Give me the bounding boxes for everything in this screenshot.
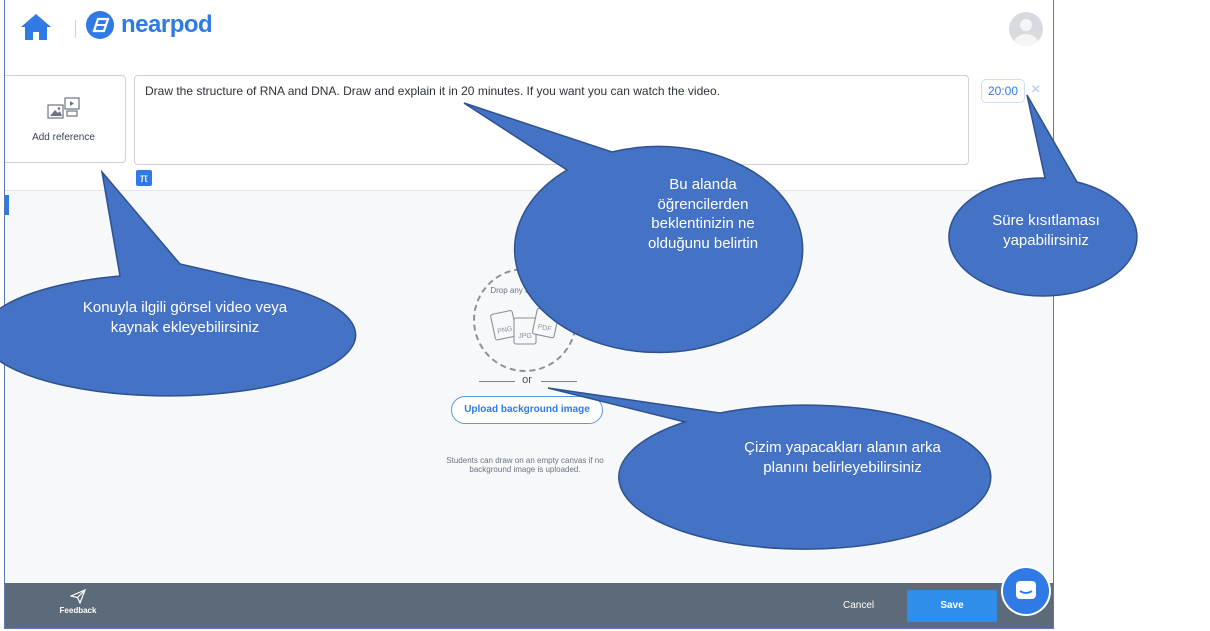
add-reference-label: Add reference [32, 132, 95, 143]
add-reference-button[interactable]: Add reference [5, 75, 126, 163]
question-prompt-input[interactable]: Draw the structure of RNA and DNA. Draw … [134, 75, 969, 165]
avatar[interactable] [1009, 12, 1043, 46]
app-window: nearpod Add reference Draw the structure… [4, 0, 1054, 629]
paper-plane-icon [69, 588, 87, 605]
nearpod-logo: nearpod [85, 10, 213, 40]
or-label: or [522, 374, 532, 386]
question-editor: Add reference Draw the structure of RNA … [5, 60, 1053, 191]
top-bar: nearpod [5, 0, 1053, 61]
home-icon[interactable] [19, 12, 53, 42]
save-button[interactable]: Save [907, 590, 997, 622]
nearpod-logo-icon [86, 11, 114, 39]
canvas-hint-text: Students can draw on an empty canvas if … [446, 456, 604, 474]
footer-bar: Feedback Cancel Save [5, 583, 1053, 628]
or-divider-right [541, 381, 577, 382]
file-types-icon: PNG JPG PDF [490, 307, 560, 345]
file-drop-zone[interactable]: Drop any files here! PNG JPG PDF [473, 268, 577, 372]
cancel-button[interactable]: Cancel [843, 600, 874, 611]
drawing-canvas-area[interactable]: Drop any files here! PNG JPG PDF or Uplo… [5, 190, 1053, 583]
remove-timer-icon[interactable]: × [1031, 80, 1040, 100]
logo-text: nearpod [121, 11, 213, 38]
chat-support-button[interactable] [1003, 568, 1049, 614]
upload-background-button[interactable]: Upload background image [451, 396, 603, 424]
timer-input[interactable]: 20:00 [981, 79, 1025, 103]
file-type-jpg: JPG [518, 333, 532, 340]
chat-icon [1016, 581, 1036, 599]
media-reference-icon [47, 97, 80, 119]
drop-zone-text: Drop any files here! [490, 286, 560, 295]
divider [75, 20, 76, 38]
math-equation-button[interactable]: π [136, 170, 152, 186]
user-avatar-icon [1014, 19, 1038, 46]
feedback-label: Feedback [59, 606, 97, 615]
or-divider-left [479, 381, 515, 382]
feedback-button[interactable]: Feedback [53, 588, 103, 615]
